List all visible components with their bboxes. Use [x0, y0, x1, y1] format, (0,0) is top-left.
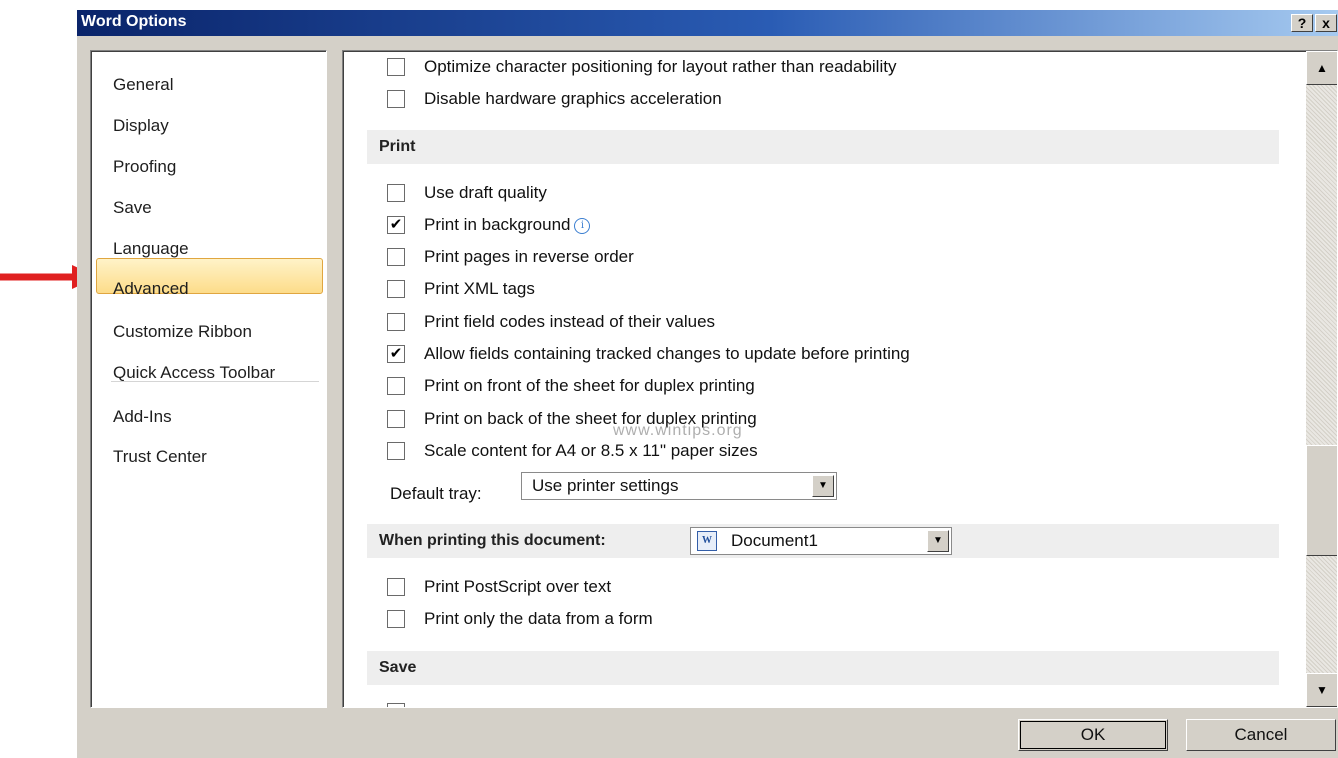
vertical-scrollbar[interactable]: ▲ ▼ [1306, 51, 1337, 707]
chevron-down-icon[interactable]: ▼ [812, 475, 834, 497]
document-value: Document1 [731, 531, 818, 550]
section-header-print: Print [367, 130, 1279, 164]
checkbox[interactable] [387, 377, 405, 395]
chevron-down-icon[interactable]: ▼ [927, 530, 949, 552]
nav-item-add-ins[interactable]: Add-Ins [113, 407, 172, 427]
nav-item-general[interactable]: General [113, 75, 173, 95]
scroll-down-icon[interactable]: ▼ [1306, 673, 1337, 707]
option-label: Use draft quality [424, 183, 547, 202]
option-label: Print only the data from a form [424, 609, 653, 628]
close-button[interactable]: x [1315, 14, 1337, 32]
option-label: Scale content for A4 or 8.5 x 11" paper … [424, 441, 758, 460]
option-label: Optimize character positioning for layou… [424, 57, 897, 76]
checkbox[interactable] [387, 703, 405, 707]
option-label: Print PostScript over text [424, 577, 612, 596]
advanced-options-pane: Optimize character positioning for layou… [342, 50, 1338, 708]
section-header-when-printing: When printing this document: W Document1… [367, 524, 1279, 558]
nav-item-customize-ribbon[interactable]: Customize Ribbon [113, 322, 252, 342]
section-header-save: Save [367, 651, 1279, 685]
option-label: Print XML tags [424, 279, 535, 298]
title-bar: Word Options ? x [77, 10, 1338, 36]
nav-item-advanced[interactable]: Advanced [113, 279, 189, 299]
checkbox[interactable] [387, 610, 405, 628]
option-label: Print pages in reverse order [424, 247, 634, 266]
checkbox[interactable] [387, 313, 405, 331]
option-label: Print on front of the sheet for duplex p… [424, 376, 755, 395]
checkbox[interactable] [387, 280, 405, 298]
nav-item-proofing[interactable]: Proofing [113, 157, 176, 177]
section-title: When printing this document: [379, 532, 606, 549]
help-button[interactable]: ? [1291, 14, 1313, 32]
option-text: Print in background [424, 215, 571, 234]
checkbox[interactable] [387, 442, 405, 460]
window-title: Word Options [81, 13, 187, 30]
section-title: Save [379, 659, 417, 676]
word-document-icon: W [697, 531, 717, 551]
option-label: Disable hardware graphics acceleration [424, 89, 722, 108]
checkbox[interactable] [387, 90, 405, 108]
ok-button[interactable]: OK [1018, 719, 1168, 751]
info-icon[interactable]: i [574, 218, 591, 234]
nav-item-save[interactable]: Save [113, 198, 152, 218]
checkbox[interactable] [387, 410, 405, 428]
option-label: Print field codes instead of their value… [424, 312, 716, 331]
section-title: Print [379, 138, 416, 155]
option-label: Allow fields containing tracked changes … [424, 344, 910, 363]
nav-item-quick-access-toolbar[interactable]: Quick Access Toolbar [113, 363, 275, 383]
cancel-button[interactable]: Cancel [1186, 719, 1336, 751]
category-nav: General Display Proofing Save Language A… [90, 50, 327, 708]
nav-item-language[interactable]: Language [113, 239, 189, 259]
option-label: Print in background i [424, 215, 591, 235]
checkbox[interactable] [387, 58, 405, 76]
checkbox[interactable] [387, 248, 405, 266]
nav-separator [111, 381, 319, 382]
watermark: www.wintips.org [613, 422, 743, 439]
scrollbar-thumb[interactable] [1306, 445, 1337, 556]
default-tray-dropdown[interactable]: Use printer settings ▼ [521, 472, 837, 500]
checkbox[interactable]: ✔ [387, 345, 405, 363]
default-tray-value: Use printer settings [532, 476, 679, 495]
checkbox[interactable] [387, 578, 405, 596]
checkbox[interactable] [387, 184, 405, 202]
document-dropdown[interactable]: W Document1 ▼ [690, 527, 952, 555]
checkbox[interactable]: ✔ [387, 216, 405, 234]
nav-item-display[interactable]: Display [113, 116, 169, 136]
nav-item-trust-center[interactable]: Trust Center [113, 447, 207, 467]
default-tray-label: Default tray: [390, 484, 482, 503]
word-options-dialog: General Display Proofing Save Language A… [77, 36, 1338, 758]
scroll-up-icon[interactable]: ▲ [1306, 51, 1337, 85]
